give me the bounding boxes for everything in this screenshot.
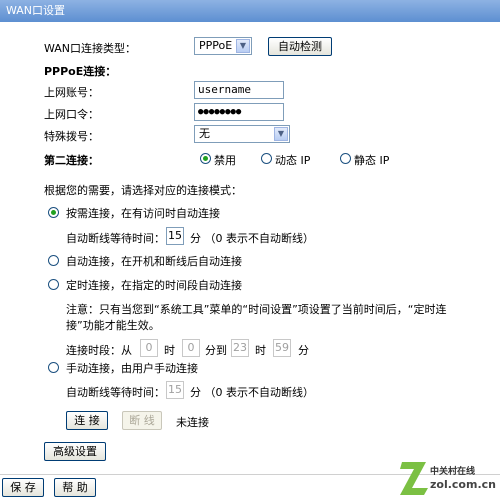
- watermark-brand-cn: 中关村在线: [430, 467, 476, 477]
- period-from-min-input[interactable]: 0: [182, 339, 200, 357]
- timed-note-line1: 注意：只有当您到“系统工具”菜单的“时间设置”项设置了当前时间后，“定时连: [66, 303, 447, 316]
- on-demand-idle-unit: 分 （0 表示不自动断线）: [190, 232, 314, 245]
- advanced-settings-button[interactable]: 高级设置: [44, 442, 106, 461]
- account-label: 上网账号：: [44, 86, 99, 99]
- second-option-dynamic: 动态 IP: [275, 154, 311, 167]
- radio-second-dynamic[interactable]: [261, 153, 272, 164]
- watermark-brand-en: zol.com.cn: [430, 478, 496, 491]
- password-input[interactable]: ●●●●●●●●: [194, 103, 284, 121]
- on-demand-label: 按需连接，在有访问时自动连接: [66, 207, 220, 220]
- auto-detect-button[interactable]: 自动检测: [268, 37, 332, 56]
- radio-mode-manual[interactable]: [48, 362, 59, 373]
- wan-type-select[interactable]: PPPoE ▼: [194, 37, 252, 55]
- help-button[interactable]: 帮 助: [54, 478, 96, 497]
- manual-idle-input[interactable]: 15: [166, 381, 184, 399]
- period-prefix: 连接时段：从: [66, 344, 132, 357]
- period-to-hour-input[interactable]: 23: [231, 339, 249, 357]
- timed-label: 定时连接，在指定的时间段自动连接: [66, 279, 242, 292]
- chevron-down-icon: ▼: [274, 127, 288, 141]
- chevron-down-icon: ▼: [236, 39, 250, 53]
- auto-label: 自动连接，在开机和断线后自动连接: [66, 255, 242, 268]
- save-button[interactable]: 保 存: [2, 478, 44, 497]
- period-to-min-input[interactable]: 59: [273, 339, 291, 357]
- zol-watermark-logo: 中关村在线 zol.com.cn: [400, 458, 500, 498]
- manual-idle-unit: 分 （0 表示不自动断线）: [190, 386, 314, 399]
- radio-second-disable[interactable]: [200, 153, 211, 164]
- period-hour1-label: 时: [164, 344, 175, 357]
- connection-status: 未连接: [176, 416, 209, 429]
- dial-label: 特殊拨号：: [44, 130, 99, 143]
- wan-type-value: PPPoE: [199, 39, 233, 52]
- second-option-disable: 禁用: [214, 154, 236, 167]
- second-conn-label: 第二连接：: [44, 154, 99, 167]
- period-min-to-label: 分到: [205, 344, 227, 357]
- period-hour2-label: 时: [255, 344, 266, 357]
- account-input[interactable]: username: [194, 81, 284, 99]
- period-min2-label: 分: [298, 344, 309, 357]
- on-demand-idle-input[interactable]: 15: [166, 227, 184, 245]
- radio-mode-timed[interactable]: [48, 279, 59, 290]
- on-demand-idle-label: 自动断线等待时间：: [66, 232, 165, 245]
- password-label: 上网口令：: [44, 108, 99, 121]
- window-title: WAN口设置: [0, 0, 500, 22]
- timed-note-line2: 接”功能才能生效。: [66, 319, 160, 332]
- mode-prompt: 根据您的需要，请选择对应的连接模式：: [44, 184, 242, 197]
- disconnect-button[interactable]: 断 线: [122, 411, 162, 430]
- second-option-static: 静态 IP: [354, 154, 390, 167]
- manual-label: 手动连接，由用户手动连接: [66, 362, 198, 375]
- dial-value: 无: [199, 127, 210, 140]
- wan-type-label: WAN口连接类型：: [44, 42, 137, 55]
- connect-button[interactable]: 连 接: [66, 411, 108, 430]
- radio-mode-on-demand[interactable]: [48, 207, 59, 218]
- period-from-hour-input[interactable]: 0: [140, 339, 158, 357]
- pppoe-section-label: PPPoE连接：: [44, 65, 117, 78]
- radio-mode-auto[interactable]: [48, 255, 59, 266]
- radio-second-static[interactable]: [340, 153, 351, 164]
- manual-idle-label: 自动断线等待时间：: [66, 386, 165, 399]
- dial-select[interactable]: 无 ▼: [194, 125, 290, 143]
